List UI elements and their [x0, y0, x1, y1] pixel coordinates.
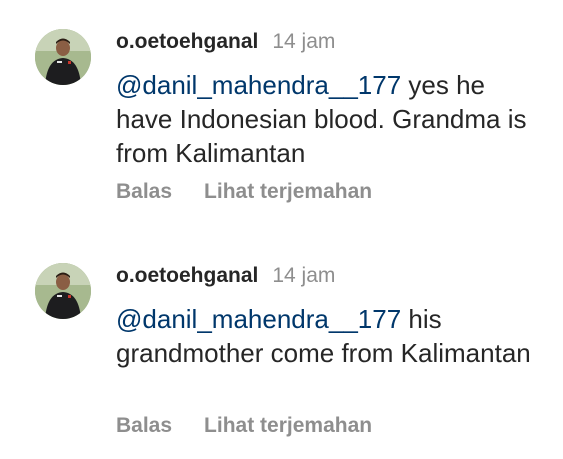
- timestamp: 14 jam: [272, 264, 336, 287]
- see-translation-button[interactable]: Lihat terjemahan: [204, 414, 372, 438]
- reply-button[interactable]: Balas: [116, 414, 172, 438]
- username-link[interactable]: o.oetoehganal: [116, 30, 258, 54]
- avatar[interactable]: [35, 29, 91, 85]
- comment-header: o.oetoehganal 14 jam: [116, 30, 335, 58]
- comment-actions: Balas Lihat terjemahan: [116, 180, 372, 204]
- timestamp: 14 jam: [272, 30, 336, 53]
- comment-text: @danil_mahendra__177 his grandmother com…: [116, 302, 536, 370]
- comment-text: @danil_mahendra__177 yes he have Indones…: [116, 68, 536, 170]
- avatar-image: [35, 29, 91, 85]
- comment-header: o.oetoehganal 14 jam: [116, 264, 335, 292]
- see-translation-button[interactable]: Lihat terjemahan: [204, 180, 372, 204]
- avatar-image: [35, 263, 91, 319]
- username-link[interactable]: o.oetoehganal: [116, 264, 258, 288]
- reply-button[interactable]: Balas: [116, 180, 172, 204]
- comment-actions: Balas Lihat terjemahan: [116, 414, 372, 438]
- avatar[interactable]: [35, 263, 91, 319]
- mention-link[interactable]: @danil_mahendra__177: [116, 70, 401, 100]
- mention-link[interactable]: @danil_mahendra__177: [116, 304, 401, 334]
